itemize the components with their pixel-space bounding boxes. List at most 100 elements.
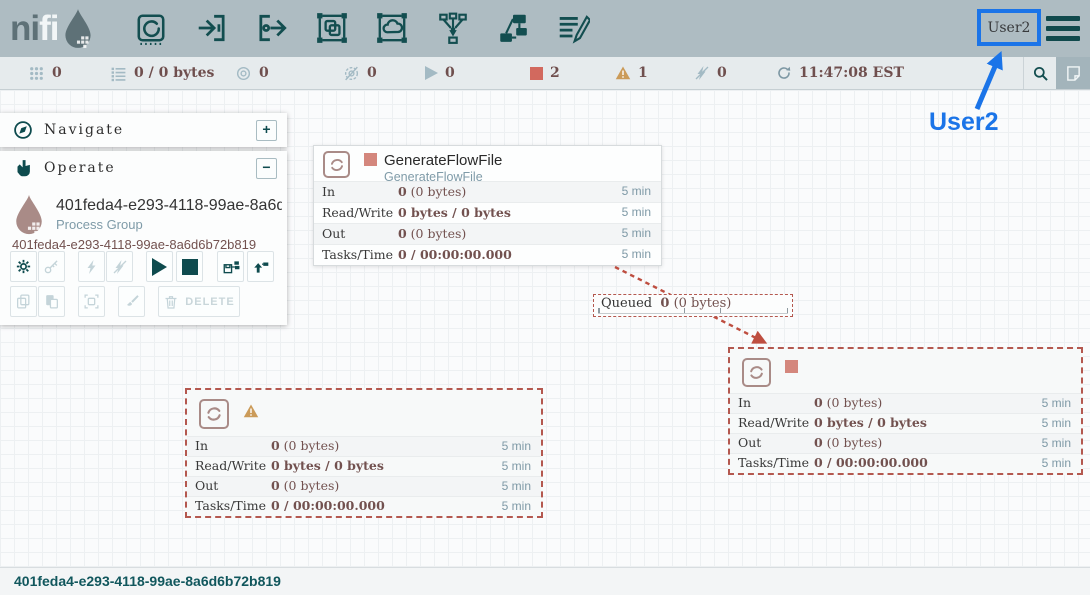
stat-label: Read/Write [322, 203, 393, 222]
trash-icon [163, 294, 179, 310]
hand-icon [12, 157, 34, 179]
stat-row-out: Out 0 (0 bytes) 5 min [187, 476, 541, 496]
stat-window: 5 min [502, 457, 531, 475]
search-button[interactable] [1023, 57, 1057, 89]
stat-label: Out [738, 434, 761, 452]
breadcrumb-bar: 401feda4-e293-4118-99ae-8a6d6b72b819 [0, 567, 1090, 595]
nifi-droplet-icon [61, 8, 95, 50]
stat-label: In [322, 182, 335, 201]
stat-value: 0 / 00:00:00.000 [398, 245, 512, 264]
stat-row-in: In 0 (0 bytes) 5 min [730, 393, 1081, 413]
stat-label: Out [322, 224, 345, 243]
active-threads-status: 0 [28, 57, 62, 89]
remote-process-group-tool-icon[interactable] [375, 11, 409, 45]
disable-button[interactable] [106, 251, 133, 282]
processor-icon [742, 358, 771, 387]
running-status: 0 [425, 57, 455, 89]
stat-row-tasks: Tasks/Time 0 / 00:00:00.000 5 min [730, 453, 1081, 473]
global-menu-icon[interactable] [1046, 16, 1080, 46]
stat-label: Out [195, 477, 218, 495]
processor-icon [199, 399, 229, 429]
stat-value: 0 (0 bytes) [398, 224, 466, 243]
navigate-panel: Navigate + [0, 113, 287, 147]
settings-note-icon [1064, 64, 1083, 83]
invalid-warning-icon [615, 65, 631, 81]
stat-row-tasks: Tasks/Time 0 / 00:00:00.000 5 min [314, 244, 661, 265]
queued-list-icon [110, 65, 127, 82]
stopped-count: 2 [550, 65, 560, 81]
fill-color-button[interactable] [118, 286, 145, 317]
navigate-expand-button[interactable]: + [256, 120, 277, 141]
stat-value: 0 (0 bytes) [814, 434, 882, 452]
configuration-button[interactable] [10, 251, 37, 282]
transmitting-count: 0 [259, 65, 269, 81]
processor-unnamed-stopped[interactable]: In 0 (0 bytes) 5 min Read/Write 0 bytes … [728, 347, 1083, 475]
copy-button[interactable] [10, 286, 37, 317]
processor-tool-icon[interactable] [134, 11, 168, 45]
connection-queued-label[interactable]: Queued 0 (0 bytes) [593, 294, 793, 317]
stat-label: Read/Write [195, 457, 266, 475]
breadcrumb[interactable]: 401feda4-e293-4118-99ae-8a6d6b72b819 [0, 568, 1090, 594]
stat-window: 5 min [1042, 394, 1071, 412]
label-tool-icon[interactable] [556, 11, 590, 45]
transmitting-icon [235, 65, 252, 82]
stat-value: 0 bytes / 0 bytes [398, 203, 511, 222]
processor-icon [323, 151, 350, 178]
group-button[interactable] [78, 286, 105, 317]
process-group-tool-icon[interactable] [315, 11, 349, 45]
queue-gauge [598, 308, 788, 314]
upload-template-button[interactable] [247, 251, 274, 282]
nifi-logo: nifi [10, 7, 95, 51]
disabled-icon [694, 65, 710, 81]
start-button[interactable] [146, 251, 173, 282]
template-tool-icon[interactable] [496, 11, 530, 45]
running-icon [425, 66, 438, 80]
status-bar: 0 0 / 0 bytes 0 0 0 2 1 0 11:47:08 EST [0, 57, 1090, 90]
settings-button[interactable] [1056, 57, 1090, 89]
annotation-user-label: User2 [929, 108, 999, 137]
selected-component-type: Process Group [56, 217, 143, 232]
stopped-state-icon [785, 360, 798, 373]
selected-component-name: 401feda4-e293-4118-99ae-8a6d... [56, 197, 282, 215]
funnel-tool-icon[interactable] [436, 11, 470, 45]
stat-row-out: Out 0 (0 bytes) 5 min [314, 223, 661, 244]
process-group-droplet-icon [12, 193, 46, 237]
invalid-warning-icon [243, 403, 259, 419]
stat-window: 5 min [502, 477, 531, 495]
stat-window: 5 min [622, 245, 651, 264]
logo-fi-text: fi [39, 9, 58, 49]
stop-button[interactable] [176, 251, 203, 282]
top-toolbar: nifi User2 [0, 0, 1090, 57]
queued-count: 0 / 0 bytes [134, 65, 214, 81]
delete-button[interactable]: DELETE [158, 286, 240, 317]
stopped-status: 2 [530, 57, 560, 89]
active-threads-icon [28, 65, 45, 82]
running-count: 0 [445, 65, 455, 81]
processor-unnamed-invalid[interactable]: In 0 (0 bytes) 5 min Read/Write 0 bytes … [185, 388, 543, 518]
stat-window: 5 min [502, 437, 531, 455]
last-refresh-time: 11:47:08 EST [799, 65, 904, 81]
enable-button[interactable] [78, 251, 105, 282]
stat-row-readwrite: Read/Write 0 bytes / 0 bytes 5 min [187, 456, 541, 476]
navigate-title: Navigate [44, 122, 124, 138]
create-template-button[interactable] [217, 251, 244, 282]
input-port-tool-icon[interactable] [195, 11, 229, 45]
stat-label: Tasks/Time [195, 497, 266, 515]
refresh-icon[interactable] [776, 65, 792, 81]
stat-window: 5 min [622, 182, 651, 201]
stop-icon [182, 259, 198, 275]
processor-generateflowfile[interactable]: GenerateFlowFile GenerateFlowFile In 0 (… [313, 145, 662, 266]
stat-value: 0 (0 bytes) [398, 182, 466, 201]
invalid-count: 1 [638, 65, 648, 81]
stat-label: In [195, 437, 208, 455]
operate-title: Operate [44, 160, 116, 176]
selected-component-id: 401feda4-e293-4118-99ae-8a6d6b72b819 [12, 237, 256, 252]
output-port-tool-icon[interactable] [255, 11, 289, 45]
operate-collapse-button[interactable]: − [256, 158, 277, 179]
stat-label: Read/Write [738, 414, 809, 432]
access-policies-button[interactable] [38, 251, 65, 282]
stat-value: 0 bytes / 0 bytes [814, 414, 927, 432]
paste-button[interactable] [38, 286, 65, 317]
stat-value: 0 (0 bytes) [814, 394, 882, 412]
invalid-status: 1 [615, 57, 648, 89]
